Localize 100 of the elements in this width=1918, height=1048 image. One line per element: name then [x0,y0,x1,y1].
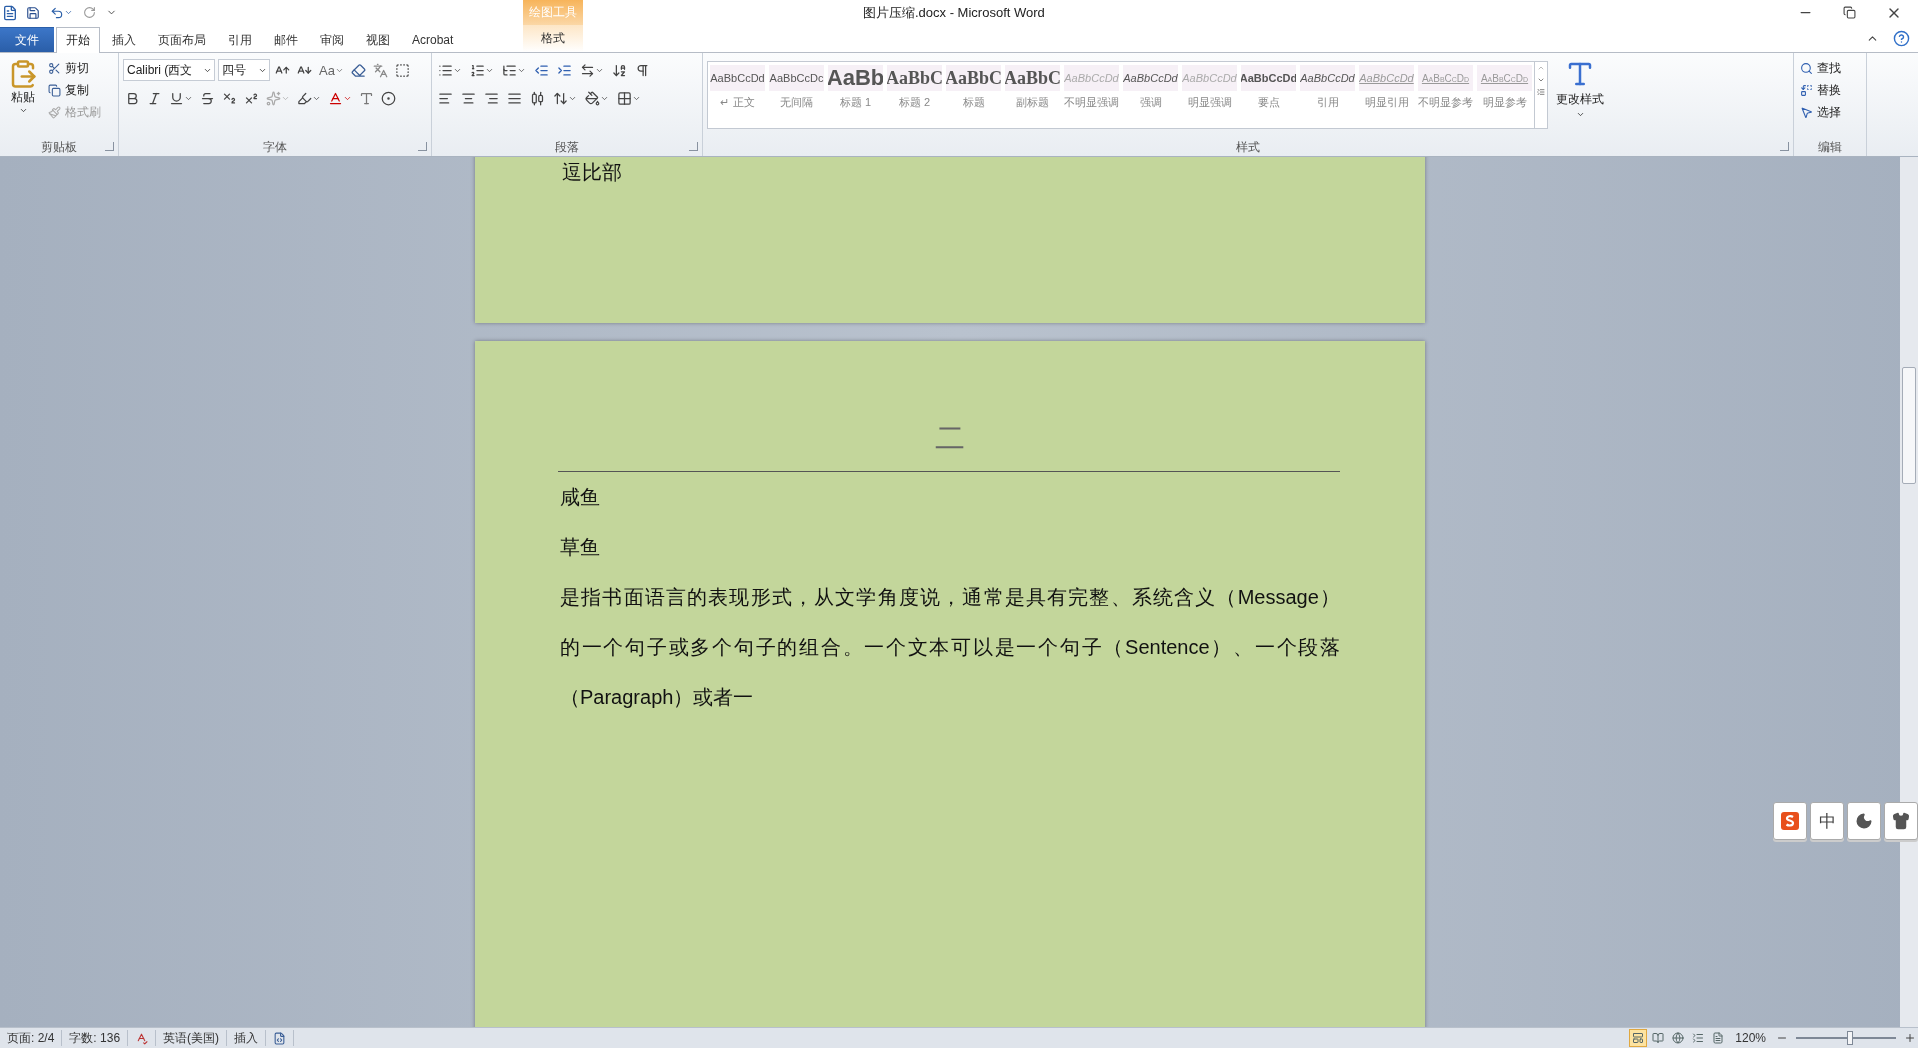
text-direction-icon [580,62,595,78]
page-count: 页面: 2/4 [0,1030,63,1046]
zoom-level[interactable]: 120% [1729,1031,1772,1045]
text-effects-icon [266,90,281,106]
page-heading: 二 [934,420,966,456]
window-title: 图片压缩.docx - Microsoft Word [863,3,1045,22]
ime-skin-button[interactable] [1884,802,1918,840]
editing-button[interactable]: 查找 [1798,57,1843,79]
editing-button[interactable]: 替换 [1798,79,1843,101]
replace-icon [1800,83,1813,97]
group-label: 编辑 [1818,138,1842,156]
style-item[interactable]: AaBbCcDc 无间隔 [767,62,826,128]
view-icon [1672,1032,1685,1044]
scissors-icon [48,61,61,75]
caret-icon [1575,110,1585,119]
editing-button[interactable]: 选择 [1798,101,1843,123]
change-case-button[interactable]: Aa [317,61,346,79]
caret-icon [18,106,28,115]
shading-icon [585,90,600,106]
clipboard-button[interactable]: 复制 [46,79,103,101]
style-item[interactable]: AaBbCcDd 明显引用 [1357,62,1416,128]
view-button[interactable] [1629,1029,1648,1047]
font-name-value: Calibri (西文 [127,61,193,79]
style-item[interactable]: AaBb 标题 1 [826,62,885,128]
style-item[interactable]: AaBbCcDd 引用 [1298,62,1357,128]
view-icon [1632,1032,1645,1044]
help-icon[interactable] [1891,29,1912,48]
group-label: 字体 [263,138,287,156]
file-tab[interactable]: 文件 [0,27,54,52]
word-count: 字数: 136 [62,1030,129,1046]
style-item[interactable]: AaBbCcDd 不明显参考 [1416,62,1475,128]
more-icon[interactable] [1535,86,1547,98]
redo-icon[interactable] [81,5,98,20]
macro-icon[interactable] [273,1031,287,1045]
paste-button[interactable]: 粘贴 [4,57,42,138]
text-line: 逗比部 [562,161,622,183]
multilevel-list-icon [502,62,517,78]
body-paragraph: 是指书面语言的表现形式，从文学角度说，通常是具有完整、系统含义（Message） 的一个句子或多个句子的组合。一个文本可以是一个句子（Sentence）、一个段落 （Paragraph）或者一 [560,585,1340,710]
ribbon-tab[interactable]: 审阅 [310,27,354,52]
change-styles-button[interactable]: 更改样式 [1552,57,1608,138]
copy-icon [48,83,61,97]
style-item[interactable]: AaBbC 标题 2 [885,62,944,128]
spellcheck-icon[interactable] [135,1031,149,1045]
style-item[interactable]: AaBbCcDd 明显强调 [1180,62,1239,128]
ribbon-tab[interactable]: 引用 [218,27,262,52]
style-item[interactable]: AaBbCcDd 不明显强调 [1062,62,1121,128]
ribbon-tab[interactable]: 页面布局 [148,27,216,52]
moon-icon [1855,812,1873,830]
style-item[interactable]: AaBbCcDd 强调 [1121,62,1180,128]
view-icon [1712,1032,1725,1044]
restore-icon[interactable] [1841,3,1858,22]
search-icon [1800,61,1813,75]
enclose-character-icon[interactable] [379,89,398,107]
ime-logo-icon [1781,812,1799,830]
undo-icon [50,5,64,20]
word-logo-icon [2,4,18,21]
dialog-launcher-icon[interactable] [418,142,427,151]
numbering-icon [470,62,485,78]
ime-mode-button[interactable]: 中 [1810,802,1844,840]
style-item[interactable]: AaBbC 标题 [944,62,1003,128]
font-size-field[interactable]: 四号 [218,59,270,81]
borders-icon [617,90,632,106]
style-item[interactable]: AaBbCcDd 要点 [1239,62,1298,128]
pointer-icon [1800,105,1813,119]
style-item[interactable]: AaBbC 副标题 [1003,62,1062,128]
ribbon-tab[interactable]: 开始 [56,27,100,53]
insert-mode-status[interactable]: 插入 [227,1030,267,1046]
group-label: 段落 [555,138,579,156]
ribbon-tab[interactable]: 视图 [356,27,400,52]
language-status[interactable]: 英语(美国) [156,1030,228,1046]
ribbon-tab[interactable]: 格式 [523,25,583,52]
ribbon-tab[interactable]: Acrobat [402,27,464,52]
font-size-value: 四号 [222,61,246,79]
underline-icon [169,90,184,106]
group-label: 剪贴板 [41,138,77,156]
highlighter-icon [297,90,312,106]
paintbrush-icon [48,105,61,119]
contextual-tab-group-label: 绘图工具 [523,0,583,25]
view-icon [1692,1032,1705,1044]
style-item[interactable]: AaBbCcDd ↵ 正文 [708,62,767,128]
font-color-icon [328,90,343,106]
line-spacing-icon [553,90,568,106]
shirt-icon [1892,812,1910,830]
dialog-launcher-icon[interactable] [1780,142,1789,151]
ribbon-tab[interactable]: 插入 [102,27,146,52]
caret-icon [64,8,73,17]
ribbon-tab[interactable]: 邮件 [264,27,308,52]
style-item[interactable]: AaBbCcDd 明显参考 [1475,62,1534,128]
clipboard-button[interactable]: 剪切 [46,57,103,79]
text-line: 草鱼 [560,536,600,558]
ime-logo-button[interactable] [1773,802,1807,840]
view-icon [1652,1032,1665,1044]
text-line: 咸鱼 [560,486,600,508]
dialog-launcher-icon[interactable] [105,142,114,151]
bullets-icon [438,62,453,78]
ime-moon-button[interactable] [1847,802,1881,840]
dialog-launcher-icon[interactable] [689,142,698,151]
save-icon[interactable] [24,4,42,21]
vertical-scrollbar[interactable] [1900,157,1918,1027]
font-name-field[interactable]: Calibri (西文 [123,59,215,81]
